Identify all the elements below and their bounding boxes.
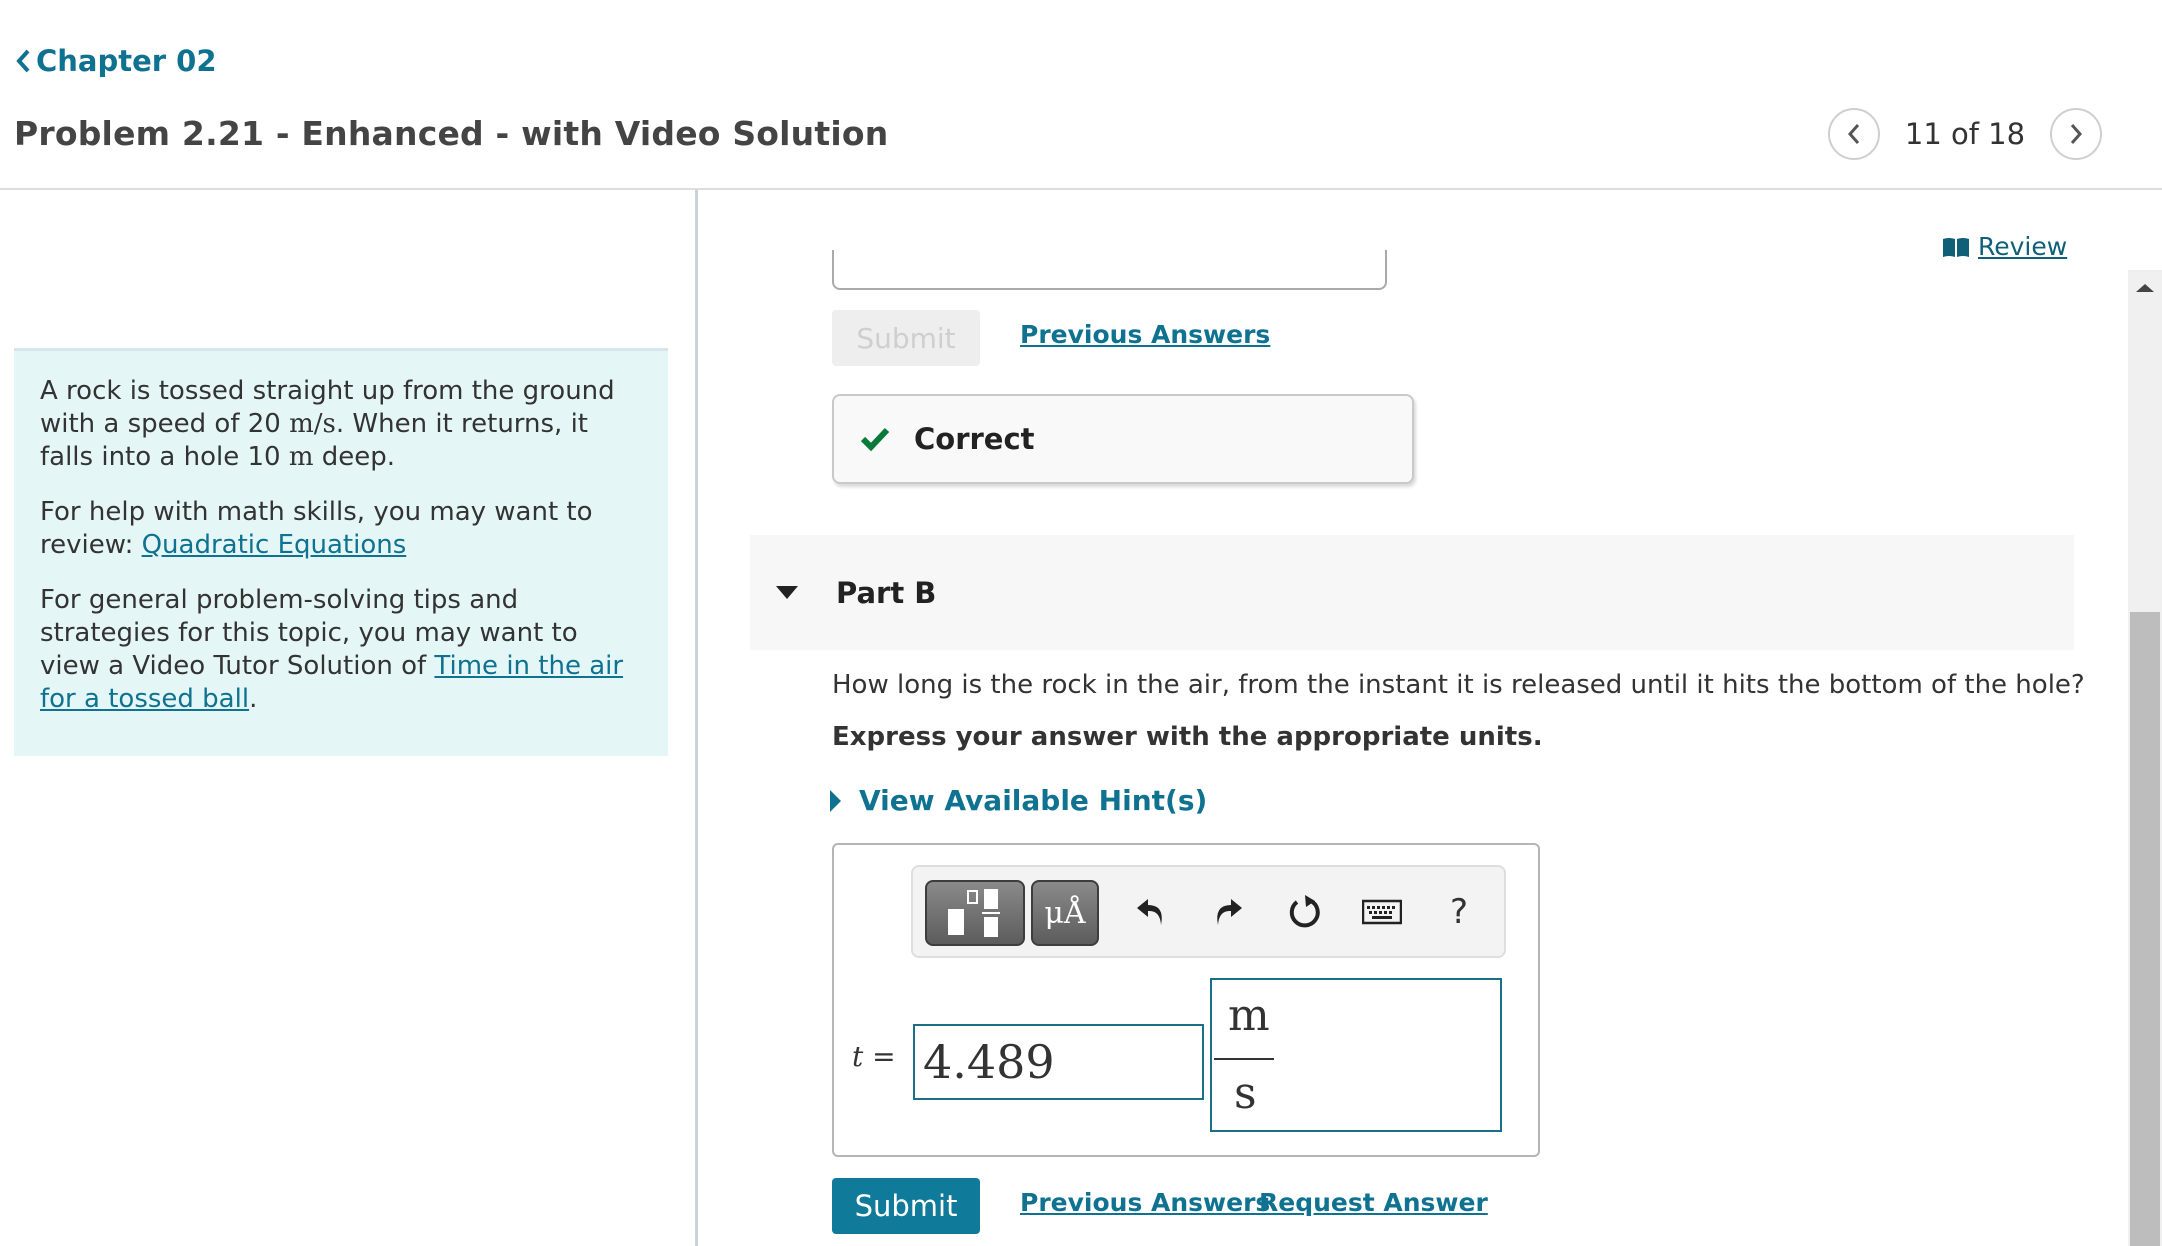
previous-answers-link[interactable]: Previous Answers (1020, 1188, 1270, 1217)
part-b-instruction: Express your answer with the appropriate… (832, 722, 1543, 752)
help-icon: ? (1449, 892, 1469, 932)
view-hints-label: View Available Hint(s) (859, 784, 1208, 817)
correct-feedback: Correct (832, 394, 1414, 484)
math-toolbar: μÅ ? (911, 865, 1506, 958)
review-link[interactable]: Review (1942, 232, 2067, 261)
units-button[interactable]: μÅ (1031, 880, 1099, 946)
chevron-right-icon (2070, 124, 2083, 144)
variable-label: t = (852, 1040, 896, 1073)
undo-button[interactable] (1128, 889, 1174, 935)
answer-value-input[interactable]: 4.489 (913, 1024, 1204, 1100)
reset-icon (1289, 895, 1320, 928)
reset-button[interactable] (1282, 889, 1328, 935)
back-link-label: Chapter 02 (36, 44, 217, 78)
request-answer-link[interactable]: Request Answer (1259, 1188, 1488, 1217)
answer-units-input[interactable]: m s (1210, 978, 1502, 1132)
speed-unit: m/s (289, 409, 336, 439)
fraction-bar (1214, 1058, 1274, 1060)
depth-unit: m (288, 442, 314, 472)
math-help-text: For help with math skills, you may want … (40, 497, 593, 560)
scroll-up-button[interactable] (2128, 270, 2162, 304)
part-a-submit-button: Submit (832, 310, 980, 366)
problem-pager: 11 of 18 (1828, 108, 2102, 160)
chevron-left-icon (16, 49, 30, 73)
part-a-previous-answers-link[interactable]: Previous Answers (1020, 320, 1270, 349)
units-denominator: s (1234, 1068, 1257, 1119)
pane-divider[interactable] (695, 190, 698, 1246)
vertical-scrollbar[interactable] (2128, 270, 2162, 1246)
view-hints-toggle[interactable]: View Available Hint(s) (830, 784, 1207, 817)
units-button-label: μÅ (1044, 895, 1086, 931)
part-b-question: How long is the rock in the air, from th… (832, 670, 2085, 700)
page-title: Problem 2.21 - Enhanced - with Video Sol… (14, 114, 889, 153)
caret-up-icon (2136, 284, 2154, 292)
chevron-left-icon (1847, 124, 1860, 144)
part-a-answer-box (832, 250, 1387, 290)
redo-button[interactable] (1205, 889, 1251, 935)
undo-icon (1137, 899, 1162, 925)
problem-statement: A rock is tossed straight up from the gr… (40, 376, 615, 472)
quadratic-equations-link[interactable]: Quadratic Equations (142, 530, 407, 560)
part-b-header[interactable]: Part B (750, 535, 2074, 650)
pager-count: 11 of 18 (1904, 117, 2026, 151)
review-link-label[interactable]: Review (1978, 232, 2067, 261)
problem-intro-panel: A rock is tossed straight up from the gr… (14, 348, 668, 756)
next-problem-button[interactable] (2050, 108, 2102, 160)
units-numerator: m (1228, 990, 1270, 1041)
redo-icon (1217, 899, 1242, 925)
help-button[interactable]: ? (1436, 889, 1482, 935)
collapse-triangle-icon (776, 586, 798, 599)
expand-triangle-icon (830, 789, 841, 812)
submit-button[interactable]: Submit (832, 1178, 980, 1234)
header-divider (0, 188, 2162, 190)
previous-problem-button[interactable] (1828, 108, 1880, 160)
feedback-label: Correct (914, 422, 1035, 456)
checkmark-icon (860, 427, 890, 452)
keyboard-icon (1362, 899, 1402, 925)
keyboard-button[interactable] (1359, 889, 1405, 935)
back-to-chapter-link[interactable]: Chapter 02 (14, 44, 217, 78)
part-b-title: Part B (836, 575, 937, 610)
fraction-template-icon (948, 889, 1000, 937)
scrollbar-thumb[interactable] (2130, 612, 2160, 1246)
book-icon (1943, 237, 1969, 257)
tips-text: For general problem-solving tips and str… (40, 585, 624, 714)
templates-button[interactable] (925, 880, 1025, 946)
